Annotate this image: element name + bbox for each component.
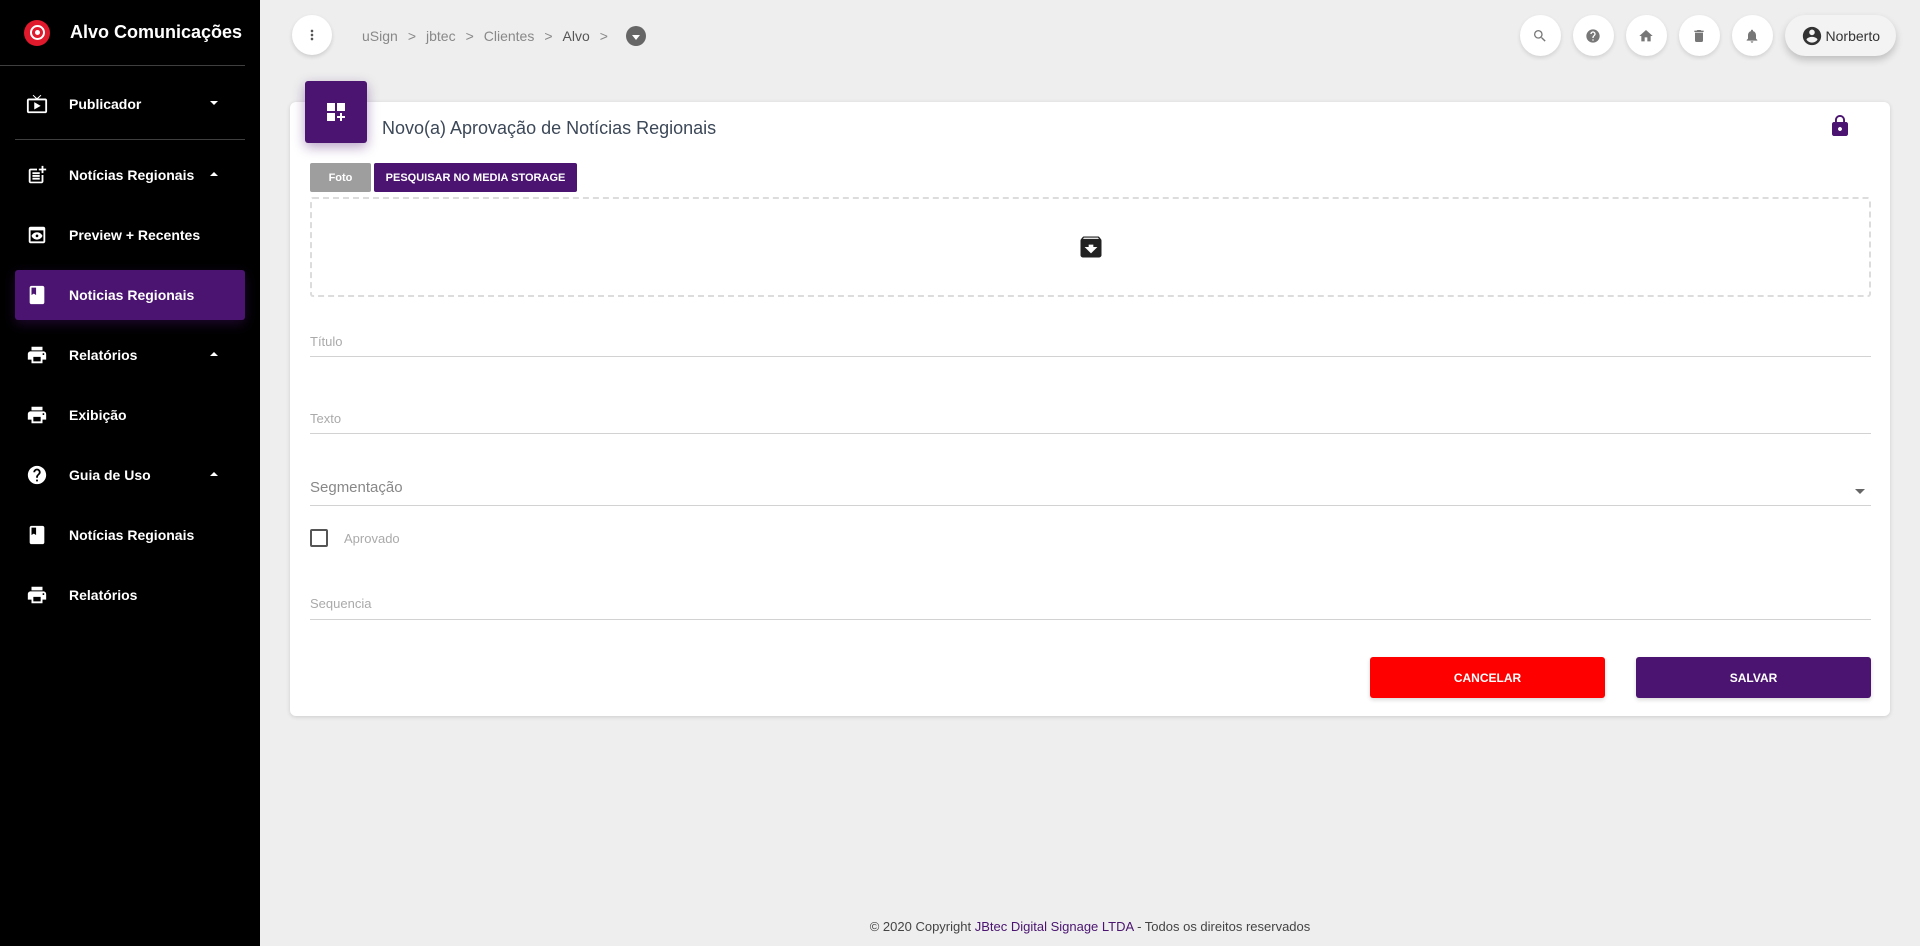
sidebar-item-label: Noticias Regionais bbox=[69, 287, 195, 303]
bell-icon bbox=[1746, 29, 1758, 43]
media-tabs: Foto PESQUISAR NO MEDIA STORAGE bbox=[310, 163, 580, 192]
sidebar-item-publicador[interactable]: Publicador bbox=[15, 79, 245, 129]
search-button[interactable] bbox=[1519, 15, 1561, 56]
breadcrumb-separator: > bbox=[407, 28, 416, 44]
sidebar-item-label: Preview + Recentes bbox=[69, 227, 201, 243]
caret-up-icon bbox=[210, 472, 218, 476]
texto-field[interactable]: Texto bbox=[310, 407, 1871, 434]
titulo-field[interactable]: Título bbox=[310, 332, 1871, 357]
tab-foto[interactable]: Foto bbox=[310, 163, 371, 192]
breadcrumb-separator: > bbox=[599, 28, 608, 44]
aprovado-label: Aprovado bbox=[344, 530, 400, 546]
user-menu-button[interactable]: Norberto bbox=[1784, 15, 1896, 56]
sidebar-item-label: Relatórios bbox=[69, 587, 138, 603]
sidebar-item-exibicao[interactable]: Exibição bbox=[15, 390, 245, 440]
sidebar-item-label: Notícias Regionais bbox=[69, 527, 195, 543]
post-add-icon bbox=[25, 163, 49, 187]
footer-rights: - Todos os direitos reservados bbox=[1137, 919, 1311, 934]
footer: © 2020 Copyright JBtec Digital Signage L… bbox=[260, 919, 1920, 934]
sidebar-item-label: Publicador bbox=[69, 96, 142, 112]
breadcrumb: uSign > jbtec > Clientes > Alvo > bbox=[362, 26, 646, 46]
lock-icon[interactable] bbox=[1828, 114, 1852, 143]
cancel-button[interactable]: CANCELAR bbox=[1370, 657, 1605, 698]
notifications-button[interactable] bbox=[1731, 15, 1773, 56]
breadcrumb-item-usign[interactable]: uSign bbox=[362, 28, 398, 44]
sequencia-placeholder: Sequencia bbox=[310, 596, 372, 611]
dashboard-customize-icon bbox=[305, 81, 367, 143]
page-title: Novo(a) Aprovação de Notícias Regionais bbox=[382, 118, 717, 138]
breadcrumb-separator: > bbox=[465, 28, 474, 44]
sidebar-item-label: Notícias Regionais bbox=[69, 167, 195, 183]
sidebar-item-preview-recentes[interactable]: Preview + Recentes bbox=[15, 210, 245, 260]
sidebar: Alvo Comunicações Publicador Notícias Re… bbox=[0, 0, 260, 946]
breadcrumb-separator: > bbox=[544, 28, 553, 44]
caret-down-icon bbox=[210, 101, 218, 105]
footer-company-link[interactable]: JBtec Digital Signage LTDA bbox=[975, 919, 1134, 934]
more-vert-icon bbox=[310, 29, 314, 41]
home-button[interactable] bbox=[1625, 15, 1667, 56]
chevron-down-icon bbox=[1855, 489, 1865, 494]
book-icon bbox=[25, 523, 49, 547]
save-button[interactable]: SALVAR bbox=[1636, 657, 1871, 698]
sidebar-divider bbox=[15, 139, 245, 140]
footer-copyright: © 2020 Copyright bbox=[869, 919, 972, 934]
breadcrumb-dropdown-icon[interactable] bbox=[625, 26, 646, 46]
segmentacao-placeholder: Segmentação bbox=[310, 479, 403, 496]
sidebar-item-noticias-regionais[interactable]: Notícias Regionais bbox=[15, 510, 245, 560]
tv-play-icon bbox=[25, 92, 49, 116]
search-media-storage-button[interactable]: PESQUISAR NO MEDIA STORAGE bbox=[374, 163, 577, 192]
breadcrumb-item-clientes[interactable]: Clientes bbox=[484, 28, 535, 44]
aprovado-checkbox[interactable] bbox=[310, 529, 328, 547]
sidebar-item-label: Exibição bbox=[69, 407, 127, 423]
sidebar-item-relatorios-group[interactable]: Relatórios bbox=[15, 330, 245, 380]
trash-icon bbox=[1694, 29, 1704, 42]
top-actions: Norberto bbox=[1508, 15, 1896, 56]
book-icon bbox=[25, 283, 49, 307]
breadcrumb-item-alvo[interactable]: Alvo bbox=[563, 28, 590, 44]
help-icon bbox=[1586, 28, 1600, 43]
sidebar-item-label: Relatórios bbox=[69, 347, 138, 363]
help-button[interactable] bbox=[1572, 15, 1614, 56]
account-circle-icon bbox=[1801, 25, 1823, 47]
breadcrumb-item-jbtec[interactable]: jbtec bbox=[426, 28, 456, 44]
aprovado-checkbox-row[interactable]: Aprovado bbox=[310, 529, 400, 547]
printer-icon bbox=[25, 403, 49, 427]
form-card: Novo(a) Aprovação de Notícias Regionais … bbox=[290, 81, 1890, 716]
archive-icon bbox=[1080, 236, 1101, 258]
sequencia-field[interactable]: Sequencia bbox=[310, 592, 1871, 620]
sidebar-item-noticias-regionais-active[interactable]: Noticias Regionais bbox=[15, 270, 245, 320]
help-icon bbox=[25, 463, 49, 487]
brand[interactable]: Alvo Comunicações bbox=[0, 0, 245, 66]
printer-icon bbox=[25, 343, 49, 367]
caret-up-icon bbox=[210, 172, 218, 176]
brand-logo-icon bbox=[24, 19, 50, 46]
delete-button[interactable] bbox=[1678, 15, 1720, 56]
search-icon bbox=[1534, 29, 1546, 42]
sidebar-item-guia-de-uso[interactable]: Guia de Uso bbox=[15, 450, 245, 500]
sidebar-item-label: Guia de Uso bbox=[69, 467, 151, 483]
sidebar-item-relatorios[interactable]: Relatórios bbox=[15, 570, 245, 620]
user-name: Norberto bbox=[1825, 27, 1880, 44]
texto-placeholder: Texto bbox=[310, 411, 342, 426]
sidebar-item-noticias-regionais-group[interactable]: Notícias Regionais bbox=[15, 150, 245, 200]
top-navbar: uSign > jbtec > Clientes > Alvo > Norber… bbox=[260, 0, 1920, 70]
home-icon bbox=[1639, 29, 1653, 41]
printer-icon bbox=[25, 583, 49, 607]
titulo-placeholder: Título bbox=[310, 334, 343, 349]
preview-icon bbox=[25, 223, 49, 247]
more-vert-button[interactable] bbox=[292, 15, 332, 55]
brand-name: Alvo Comunicações bbox=[70, 22, 243, 42]
segmentacao-select[interactable]: Segmentação bbox=[310, 477, 1871, 506]
file-dropzone[interactable] bbox=[310, 197, 1871, 297]
caret-up-icon bbox=[210, 352, 218, 356]
